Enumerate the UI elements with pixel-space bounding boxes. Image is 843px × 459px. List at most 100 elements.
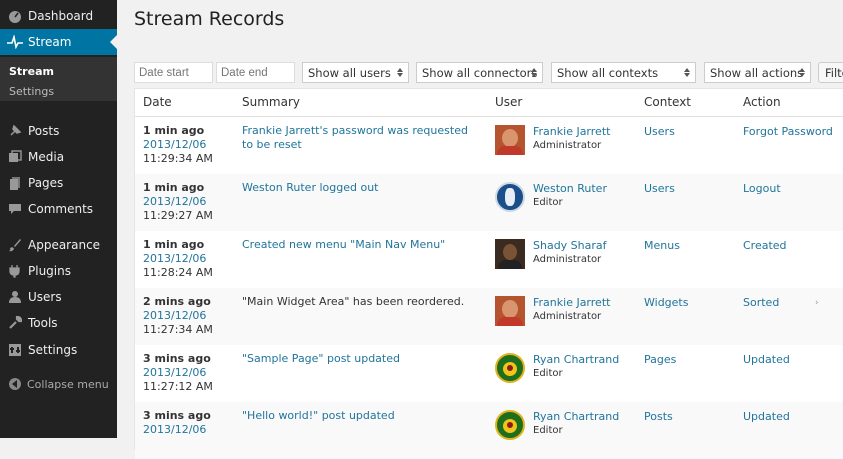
sidebar-item-label: Pages [28, 176, 64, 190]
time-ago: 1 min ago [143, 181, 205, 194]
user-link[interactable]: Frankie Jarrett [533, 125, 610, 138]
sidebar-item-plugins[interactable]: Plugins [0, 258, 117, 284]
time-ago: 3 mins ago [143, 352, 211, 365]
action-link[interactable]: Logout [743, 182, 781, 195]
connectors-filter-select[interactable]: Show all connectors [416, 62, 543, 83]
avatar[interactable] [495, 239, 525, 269]
user-link[interactable]: Ryan Chartrand [533, 410, 619, 423]
context-link[interactable]: Widgets [644, 296, 688, 309]
sidebar-item-label: Plugins [28, 264, 71, 278]
filter-button[interactable]: Filter [818, 62, 843, 83]
column-header-user[interactable]: User [495, 95, 522, 109]
user-icon [7, 289, 23, 305]
sidebar-item-settings[interactable]: Settings [0, 337, 117, 363]
connectors-filter-value: Show all connectors [422, 65, 538, 80]
sidebar-item-users[interactable]: Users [0, 284, 117, 310]
context-link[interactable]: Users [644, 182, 675, 195]
column-header-summary[interactable]: Summary [242, 95, 300, 109]
actions-filter-select[interactable]: Show all actions [704, 62, 811, 83]
date-link[interactable]: 2013/12/06 [143, 138, 206, 151]
time-value: 11:29:34 AM [143, 152, 213, 165]
action-link[interactable]: Forgot Password [743, 125, 833, 138]
brush-icon [7, 237, 23, 253]
user-role: Editor [533, 368, 563, 379]
page-title: Stream Records [134, 8, 285, 30]
user-link[interactable]: Ryan Chartrand [533, 353, 619, 366]
users-filter-value: Show all users [308, 65, 391, 80]
summary-link[interactable]: Frankie Jarrett's password was requested… [242, 124, 477, 152]
avatar[interactable] [495, 353, 525, 383]
sidebar-item-comments[interactable]: Comments [0, 196, 117, 222]
time-ago: 3 mins ago [143, 409, 211, 422]
action-link[interactable]: Updated [743, 353, 790, 366]
avatar[interactable] [495, 125, 525, 155]
user-link[interactable]: Weston Ruter [533, 182, 607, 195]
stream-pulse-icon [7, 34, 23, 50]
table-row: 1 min ago 2013/12/06 11:29:27 AM Weston … [135, 174, 843, 231]
action-link[interactable]: Sorted [743, 296, 779, 309]
collapse-arrow-icon [9, 378, 21, 390]
sidebar-item-label: Comments [28, 202, 94, 216]
comment-icon [7, 201, 23, 217]
summary-link[interactable]: "Sample Page" post updated [242, 352, 477, 366]
context-link[interactable]: Pages [644, 353, 676, 366]
date-link[interactable]: 2013/12/06 [143, 423, 206, 436]
context-link[interactable]: Posts [644, 410, 673, 423]
user-link[interactable]: Shady Sharaf [533, 239, 607, 252]
stream-records-table: Date Summary User Context Action 1 min a… [134, 88, 843, 459]
summary-link[interactable]: Created new menu "Main Nav Menu" [242, 238, 477, 252]
action-link[interactable]: Updated [743, 410, 790, 423]
user-role: Editor [533, 197, 563, 208]
date-link[interactable]: 2013/12/06 [143, 195, 206, 208]
users-filter-select[interactable]: Show all users [302, 62, 409, 83]
context-link[interactable]: Users [644, 125, 675, 138]
user-role: Editor [533, 425, 563, 436]
time-value: 11:27:12 AM [143, 380, 213, 393]
select-arrows-icon [683, 66, 691, 79]
sidebar-item-tools[interactable]: Tools [0, 310, 117, 336]
date-link[interactable]: 2013/12/06 [143, 309, 206, 322]
avatar[interactable] [495, 410, 525, 440]
column-header-action[interactable]: Action [743, 95, 781, 109]
summary-text: "Main Widget Area" has been reordered. [242, 295, 465, 308]
wrench-icon [7, 315, 23, 331]
time-ago: 2 mins ago [143, 295, 211, 308]
sidebar-item-dashboard[interactable]: Dashboard [0, 3, 117, 29]
summary-link[interactable]: Weston Ruter logged out [242, 181, 477, 195]
table-row: 1 min ago 2013/12/06 11:28:24 AM Created… [135, 231, 843, 288]
date-link[interactable]: 2013/12/06 [143, 366, 206, 379]
user-link[interactable]: Frankie Jarrett [533, 296, 610, 309]
row-more-indicator-icon: › [815, 298, 819, 308]
collapse-menu-label: Collapse menu [27, 377, 109, 391]
dashboard-icon [7, 8, 23, 24]
column-header-context[interactable]: Context [644, 95, 691, 109]
submenu-item-settings[interactable]: Settings [9, 85, 54, 98]
media-icon [7, 149, 23, 165]
sidebar-item-stream[interactable]: Stream [0, 29, 117, 55]
avatar[interactable] [495, 296, 525, 326]
contexts-filter-select[interactable]: Show all contexts [551, 62, 696, 83]
admin-sidebar: Dashboard Stream Stream Settings Posts M… [0, 0, 117, 438]
avatar[interactable] [495, 182, 525, 212]
sidebar-item-appearance[interactable]: Appearance [0, 232, 117, 258]
sidebar-item-label: Users [28, 290, 62, 304]
summary-link[interactable]: "Hello world!" post updated [242, 409, 477, 423]
table-row: 3 mins ago 2013/12/06 "Hello world!" pos… [135, 402, 843, 459]
stream-submenu: Stream Settings [0, 57, 117, 101]
action-link[interactable]: Created [743, 239, 787, 252]
column-header-date[interactable]: Date [143, 95, 172, 109]
sidebar-item-label: Tools [28, 316, 58, 330]
table-row: 1 min ago 2013/12/06 11:29:34 AM Frankie… [135, 117, 843, 174]
time-ago: 1 min ago [143, 124, 205, 137]
date-end-input[interactable] [216, 62, 295, 83]
sidebar-item-posts[interactable]: Posts [0, 118, 117, 144]
date-start-input[interactable] [134, 62, 213, 83]
time-value: 11:28:24 AM [143, 266, 213, 279]
sidebar-item-pages[interactable]: Pages [0, 170, 117, 196]
context-link[interactable]: Menus [644, 239, 680, 252]
submenu-item-stream[interactable]: Stream [9, 65, 54, 78]
date-link[interactable]: 2013/12/06 [143, 252, 206, 265]
collapse-menu-button[interactable]: Collapse menu [0, 374, 117, 394]
table-row: 2 mins ago 2013/12/06 11:27:34 AM "Main … [135, 288, 843, 345]
sidebar-item-media[interactable]: Media [0, 144, 117, 170]
